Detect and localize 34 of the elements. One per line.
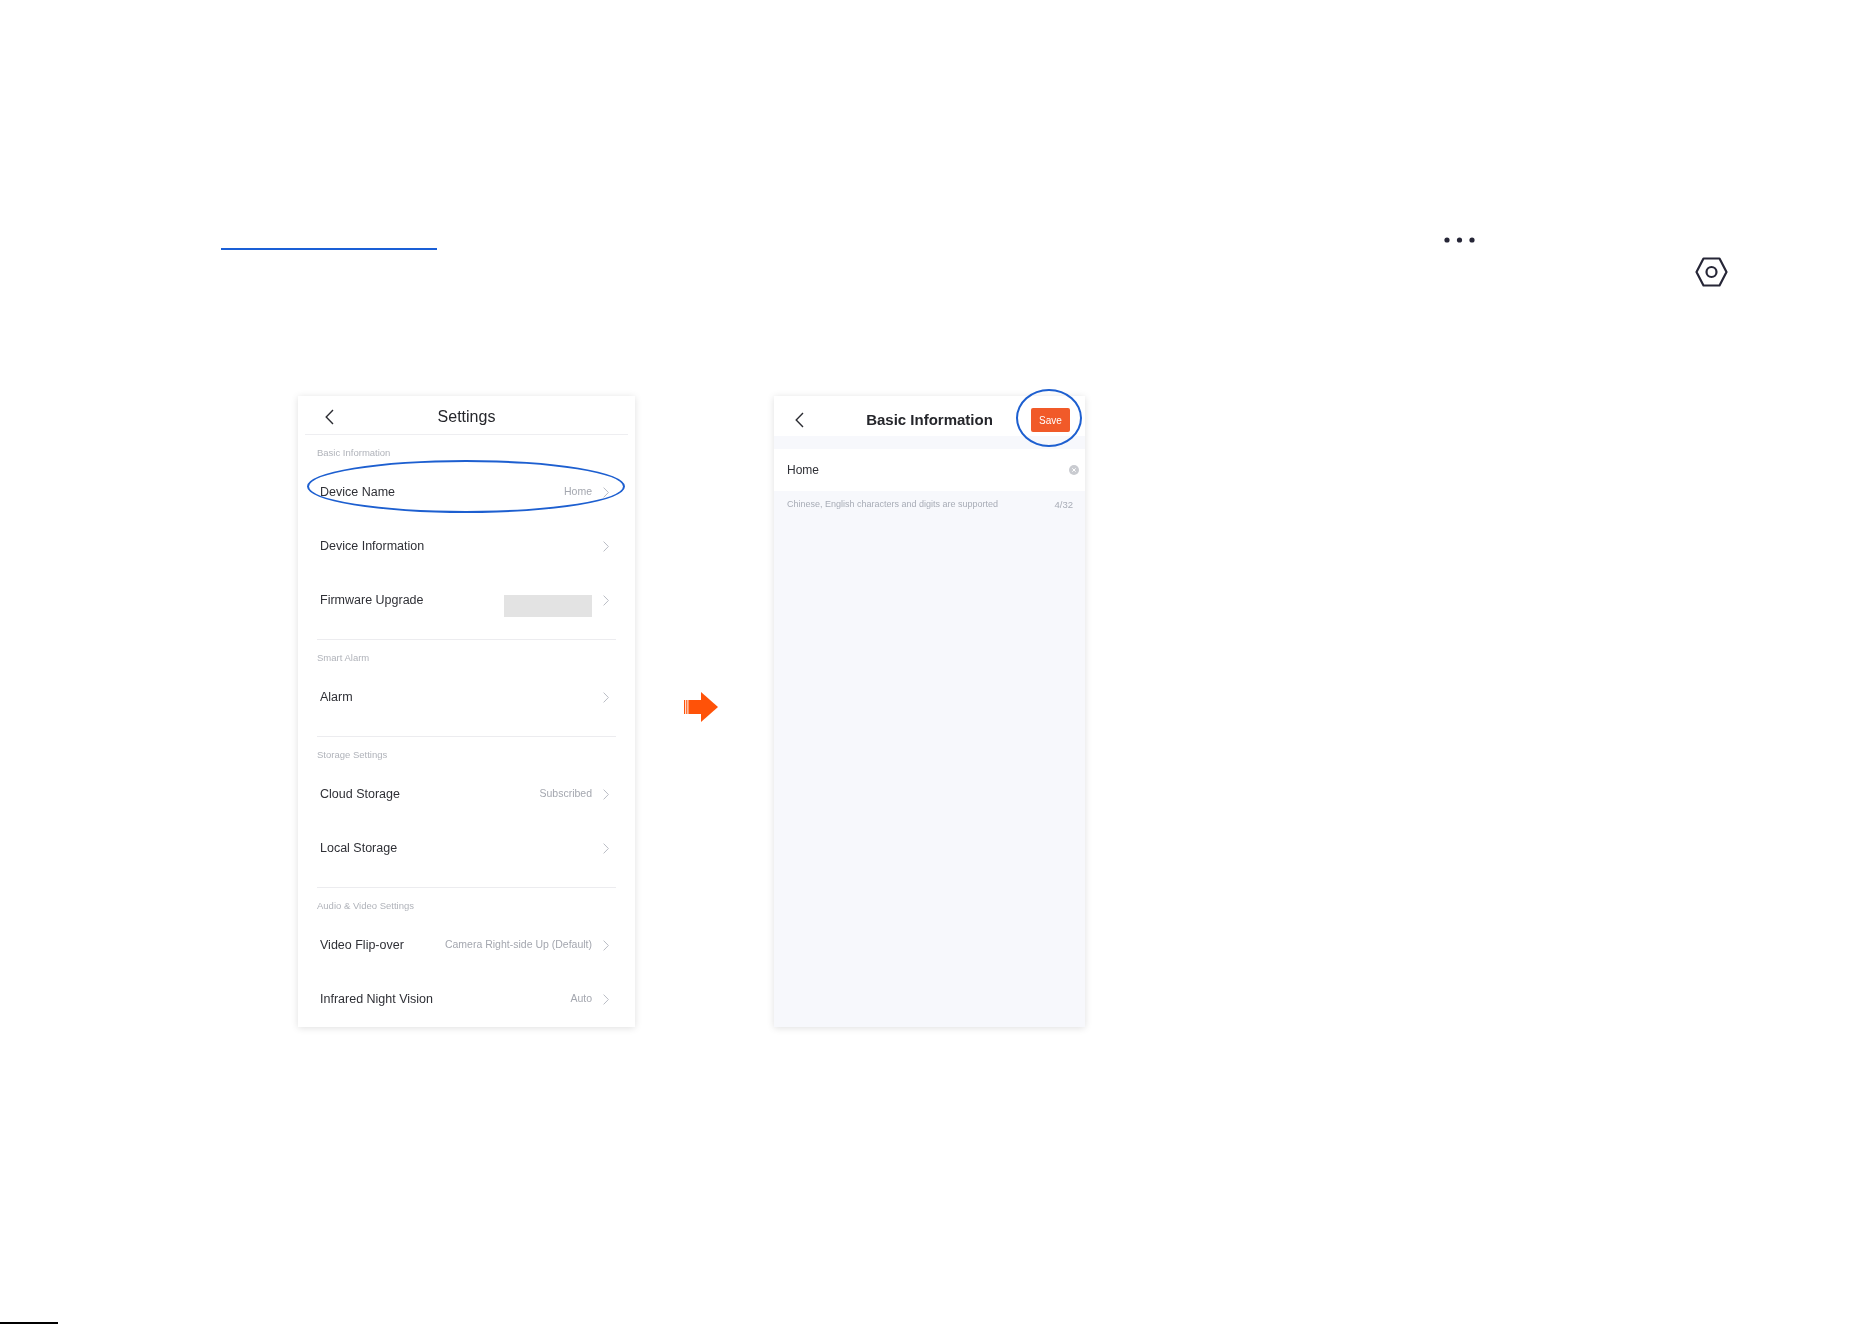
setting-label[interactable]: Device Information: [320, 536, 425, 556]
chevron-right-icon: [603, 540, 609, 552]
character-counter: 4/32: [1054, 499, 1073, 510]
section-heading: Storage Settings: [316, 749, 389, 761]
hint-text: Chinese, English characters and digits are supported: [787, 499, 999, 510]
screen-title: Basic Information: [865, 409, 994, 430]
setting-label[interactable]: Video Flip-over: [320, 935, 404, 955]
setting-label[interactable]: Alarm: [320, 687, 353, 707]
section-heading: Audio & Video Settings: [316, 900, 415, 912]
chevron-right-icon: [603, 594, 609, 606]
section-heading: Basic Information: [316, 447, 392, 459]
setting-label[interactable]: Firmware Upgrade: [320, 590, 424, 610]
chevron-right-icon: [603, 691, 609, 703]
setting-value: Subscribed: [539, 786, 592, 802]
back-icon[interactable]: [795, 412, 804, 428]
chevron-right-icon: [603, 486, 609, 498]
chevron-right-icon: [603, 788, 609, 800]
more-icon[interactable]: [1444, 237, 1475, 243]
setting-value: Home: [564, 484, 592, 500]
name-input[interactable]: Home: [774, 449, 1085, 491]
chevron-right-icon: [603, 993, 609, 1005]
setting-label[interactable]: Infrared Night Vision: [320, 989, 434, 1009]
setting-label[interactable]: Local Storage: [320, 838, 398, 858]
section-heading: Smart Alarm: [316, 652, 371, 664]
hexagon-nut-icon[interactable]: [1695, 257, 1728, 287]
setting-label[interactable]: Device Name: [320, 482, 396, 502]
setting-value: Auto: [570, 991, 592, 1007]
chevron-right-icon: [603, 842, 609, 854]
setting-label[interactable]: Cloud Storage: [320, 784, 400, 804]
setting-value: Camera Right-side Up (Default): [444, 937, 592, 953]
screen-title: Settings: [436, 407, 497, 427]
chevron-right-icon: [603, 939, 609, 951]
back-icon[interactable]: [325, 409, 334, 425]
arrow-right-icon: [684, 692, 718, 722]
